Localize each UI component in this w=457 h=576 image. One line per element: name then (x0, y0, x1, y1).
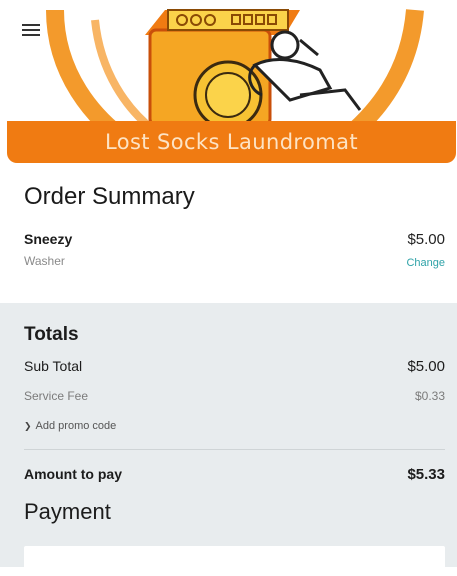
totals-divider (24, 449, 445, 450)
order-item-name: Sneezy (24, 231, 73, 247)
brand-title: Lost Socks Laundromat (104, 130, 359, 154)
hamburger-menu-icon[interactable] (22, 20, 46, 40)
sub-total-value: $5.00 (407, 358, 445, 375)
amount-to-pay-label: Amount to pay (24, 466, 122, 482)
add-promo-code-label: Add promo code (35, 420, 117, 432)
order-item-type: Washer (24, 254, 65, 268)
service-fee-label: Service Fee (24, 389, 89, 403)
chevron-right-icon: ❯ (24, 420, 32, 431)
payment-method-card[interactable] (24, 546, 445, 576)
order-summary-section: Order Summary Sneezy Washer $5.00 Change (0, 165, 457, 303)
service-fee-value: $0.33 (414, 389, 445, 403)
totals-section: Totals Sub Total $5.00 Service Fee $0.33… (0, 303, 457, 576)
amount-to-pay-value: $5.33 (407, 466, 445, 483)
add-promo-code-link[interactable]: ❯ Add promo code (24, 420, 116, 432)
payment-title: Payment (24, 499, 111, 524)
order-summary-title: Order Summary (24, 183, 195, 210)
change-machine-link[interactable]: Change (406, 257, 445, 269)
totals-title: Totals (24, 324, 79, 345)
header-banner: Lost Socks Laundromat (0, 0, 457, 165)
sub-total-label: Sub Total (24, 358, 83, 374)
order-item-price: $5.00 (407, 231, 445, 248)
brand-banner: Lost Socks Laundromat (7, 121, 456, 163)
